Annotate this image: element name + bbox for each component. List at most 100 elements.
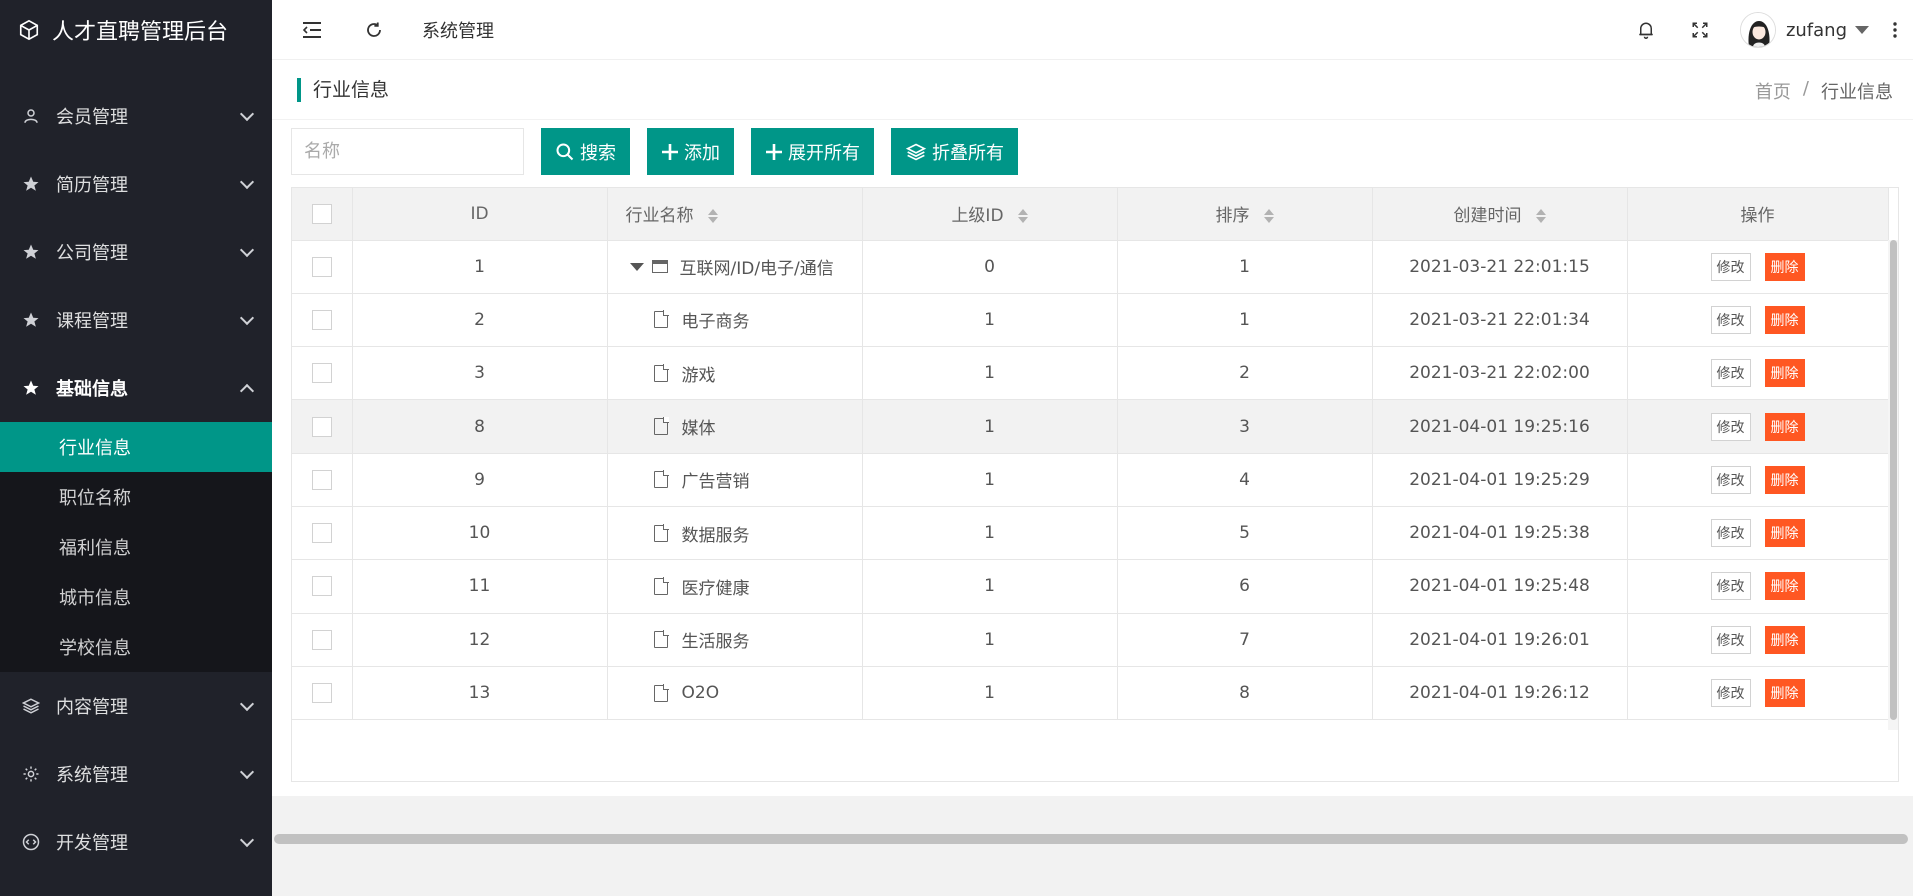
layers-icon — [22, 697, 40, 715]
row-checkbox[interactable] — [311, 309, 332, 330]
sidebar-item-content[interactable]: 内容管理 — [0, 672, 272, 740]
delete-button[interactable]: 删除 — [1764, 572, 1805, 601]
delete-button[interactable]: 删除 — [1764, 412, 1805, 441]
table-row[interactable]: 1 互联网/ID/电子/通信 0 1 2021-03-21 22:01:15 修改 删除 — [292, 240, 1889, 294]
user-menu[interactable]: zufang — [1739, 12, 1869, 48]
row-select-cell — [292, 506, 353, 561]
row-checkbox[interactable] — [311, 469, 332, 490]
row-select-cell — [292, 453, 353, 507]
file-icon — [653, 576, 669, 595]
edit-button[interactable]: 修改 — [1710, 572, 1751, 601]
edit-button[interactable]: 修改 — [1710, 412, 1751, 441]
row-checkbox[interactable] — [311, 523, 332, 544]
table-row[interactable]: 13 O2O 1 8 2021-04-01 19:26:12 修改 删除 — [292, 666, 1889, 721]
breadcrumb-home[interactable]: 首页 — [1755, 78, 1791, 104]
sort-icon[interactable] — [1017, 209, 1028, 224]
fullscreen-icon[interactable] — [1680, 10, 1720, 50]
row-select-cell — [292, 613, 353, 667]
star-icon — [22, 175, 40, 193]
table-row[interactable]: 12 生活服务 1 7 2021-04-01 19:26:01 修改 删除 — [292, 613, 1889, 667]
column-header-ops: 操作 — [1627, 188, 1889, 241]
sidebar-item-courses[interactable]: 课程管理 — [0, 286, 272, 354]
sort-icon[interactable] — [1535, 209, 1546, 224]
sidebar-subitem-industry[interactable]: 行业信息 — [0, 422, 272, 472]
sidebar-item-resumes[interactable]: 简历管理 — [0, 150, 272, 218]
scrollbar-thumb[interactable] — [274, 834, 1908, 844]
sidebar-item-dev[interactable]: 开发管理 — [0, 808, 272, 876]
cell-created: 2021-04-01 19:25:16 — [1372, 399, 1628, 454]
delete-button[interactable]: 删除 — [1764, 679, 1805, 708]
sidebar-item-label: 系统管理 — [56, 765, 128, 786]
delete-button[interactable]: 删除 — [1764, 359, 1805, 388]
sidebar-item-companies[interactable]: 公司管理 — [0, 218, 272, 286]
scrollbar-thumb[interactable] — [1890, 240, 1897, 720]
row-checkbox[interactable] — [311, 576, 332, 597]
sidebar-subitem-city[interactable]: 城市信息 — [0, 572, 272, 622]
row-checkbox[interactable] — [311, 683, 332, 704]
table-row[interactable]: 10 数据服务 1 5 2021-04-01 19:25:38 修改 删除 — [292, 506, 1889, 561]
industry-name: 生活服务 — [681, 632, 750, 653]
select-all-checkbox[interactable] — [311, 203, 332, 224]
refresh-icon[interactable] — [354, 10, 394, 50]
edit-button[interactable]: 修改 — [1710, 625, 1751, 654]
edit-button[interactable]: 修改 — [1710, 465, 1751, 494]
delete-button[interactable]: 删除 — [1764, 519, 1805, 548]
cell-sort: 4 — [1117, 453, 1373, 507]
sidebar-menu: 会员管理 简历管理 公司管理 课程管理 基础信息 行业信息 职位名称 福利信息 … — [0, 82, 272, 876]
sidebar-subitem-school[interactable]: 学校信息 — [0, 622, 272, 672]
row-checkbox[interactable] — [311, 629, 332, 650]
more-vertical-icon[interactable] — [1883, 10, 1907, 50]
header-title[interactable]: 系统管理 — [422, 17, 494, 43]
cell-parent-id: 1 — [862, 666, 1118, 721]
table-row[interactable]: 2 电子商务 1 1 2021-03-21 22:01:34 修改 删除 — [292, 293, 1889, 348]
sidebar-item-system[interactable]: 系统管理 — [0, 740, 272, 808]
sidebar-subitem-position[interactable]: 职位名称 — [0, 472, 272, 522]
column-header-label: 行业名称 — [625, 206, 694, 227]
tree-expand-icon[interactable] — [629, 262, 644, 271]
delete-button[interactable]: 删除 — [1764, 305, 1805, 334]
collapse-all-button[interactable]: 折叠所有 — [891, 128, 1018, 175]
horizontal-scrollbar[interactable] — [272, 832, 1913, 846]
search-icon — [556, 143, 574, 160]
edit-button[interactable]: 修改 — [1710, 679, 1751, 708]
column-header-name[interactable]: 行业名称 — [607, 188, 863, 241]
sort-icon[interactable] — [707, 209, 718, 224]
sort-icon[interactable] — [1263, 209, 1274, 224]
edit-button[interactable]: 修改 — [1710, 252, 1751, 281]
edit-button[interactable]: 修改 — [1710, 359, 1751, 388]
search-button[interactable]: 搜索 — [541, 128, 630, 175]
sidebar-item-label: 基础信息 — [56, 379, 128, 400]
column-header-sort[interactable]: 排序 — [1117, 188, 1373, 241]
edit-button[interactable]: 修改 — [1710, 305, 1751, 334]
table-row[interactable]: 3 游戏 1 2 2021-03-21 22:02:00 修改 删除 — [292, 346, 1889, 401]
star-icon — [22, 243, 40, 261]
search-input[interactable] — [291, 128, 524, 175]
expand-all-button[interactable]: 展开所有 — [751, 128, 874, 175]
page-title-bar: 行业信息 首页 / 行业信息 — [272, 60, 1913, 120]
row-checkbox[interactable] — [311, 256, 332, 277]
delete-button[interactable]: 删除 — [1764, 465, 1805, 494]
delete-button[interactable]: 删除 — [1764, 625, 1805, 654]
cell-name: 互联网/ID/电子/通信 — [607, 240, 863, 294]
table-row[interactable]: 8 媒体 1 3 2021-04-01 19:25:16 修改 删除 — [292, 399, 1889, 454]
file-icon — [653, 363, 669, 382]
bell-icon[interactable] — [1626, 10, 1666, 50]
column-header-parent[interactable]: 上级ID — [862, 188, 1118, 241]
edit-button[interactable]: 修改 — [1710, 519, 1751, 548]
row-checkbox[interactable] — [311, 416, 332, 437]
table-row[interactable]: 11 医疗健康 1 6 2021-04-01 19:25:48 修改 删除 — [292, 559, 1889, 614]
add-button[interactable]: 添加 — [647, 128, 734, 175]
cell-id: 2 — [352, 293, 608, 348]
table-row[interactable]: 9 广告营销 1 4 2021-04-01 19:25:29 修改 删除 — [292, 453, 1889, 507]
app-logo[interactable]: 人才直聘管理后台 — [0, 0, 272, 60]
sidebar-subitem-welfare[interactable]: 福利信息 — [0, 522, 272, 572]
vertical-scrollbar[interactable] — [1888, 240, 1898, 730]
delete-button[interactable]: 删除 — [1764, 252, 1805, 281]
cell-sort: 1 — [1117, 240, 1373, 294]
column-header-created[interactable]: 创建时间 — [1372, 188, 1628, 241]
cell-parent-id: 1 — [862, 613, 1118, 667]
menu-toggle-icon[interactable] — [292, 10, 332, 50]
sidebar-item-members[interactable]: 会员管理 — [0, 82, 272, 150]
row-checkbox[interactable] — [311, 363, 332, 384]
sidebar-item-basic-info[interactable]: 基础信息 — [0, 354, 272, 422]
